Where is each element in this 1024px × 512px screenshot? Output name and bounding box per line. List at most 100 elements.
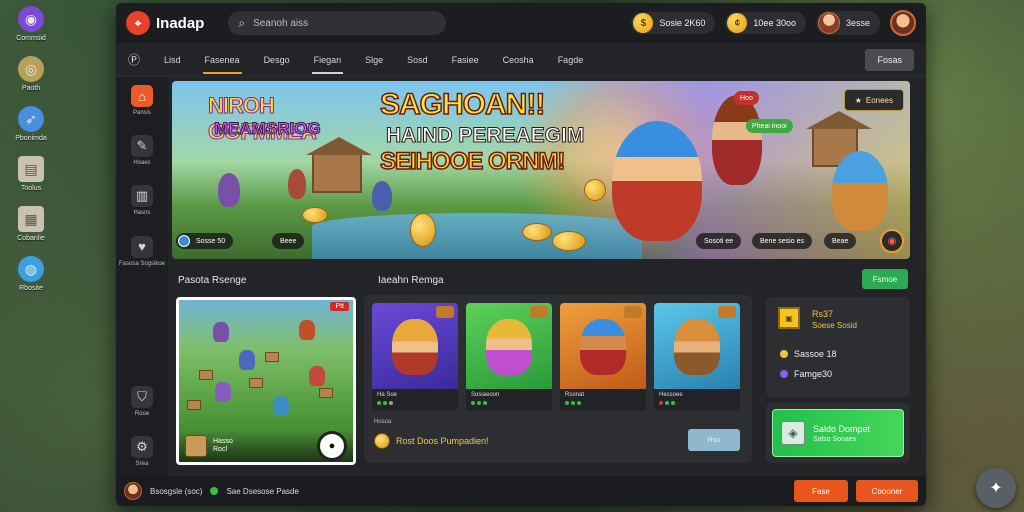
wallet-coins[interactable]: ¢ 10ee 30oo — [725, 12, 806, 34]
game-meta: Hessoee — [654, 389, 740, 411]
profile-chip[interactable]: 3esse — [815, 11, 880, 35]
sidebar-item-srea[interactable]: ⚙ Srea — [131, 435, 153, 468]
tab-fiegan[interactable]: Fiegan — [311, 49, 343, 74]
desktop-icon-toolus[interactable]: ▤ Toolus — [8, 156, 54, 192]
hero-pill[interactable]: Sosse 50 — [176, 233, 234, 249]
game-title: Sosiaeoon — [471, 392, 500, 398]
desktop-icon-rbosite[interactable]: ◍ Rbosite — [8, 256, 54, 292]
stats-row: Sassoe 18 — [780, 349, 837, 359]
promo-button[interactable]: Rso — [688, 429, 740, 451]
sidebar-item-hoaes[interactable]: ✎ Hoaes — [131, 135, 153, 167]
nav-home-icon[interactable]: Ⓟ — [128, 51, 140, 68]
sidebar-item-pansis[interactable]: ⌂ Pansis — [131, 85, 153, 117]
top-bar: ⌖ Inadap ⌕ $ Sosie 2K60 ¢ 10ee 30oo 3ess… — [116, 3, 926, 43]
sidebar-item-label: Hasns — [133, 210, 151, 217]
unit — [273, 396, 289, 416]
play-button[interactable]: ● — [317, 431, 347, 461]
wallet-balance-button[interactable]: ◈ Saldo Dompet Salso Sooaes — [772, 409, 904, 457]
tab-ceosha[interactable]: Ceosha — [503, 49, 534, 71]
tab-lisd[interactable]: Lisd — [164, 49, 181, 71]
app-name: Inadap — [156, 14, 205, 32]
tab-fagde[interactable]: Fagde — [558, 49, 584, 71]
wallet-text: Saldo Dompet Salso Sooaes — [813, 424, 870, 443]
crate — [187, 400, 201, 410]
gold-coin — [584, 179, 606, 201]
tab-fasenea[interactable]: Fasenea — [202, 49, 242, 74]
desktop-icon-label: Toolus — [20, 185, 42, 192]
promo-row[interactable]: Rost Doos Pumpadien! — [374, 433, 489, 449]
hero-pill[interactable]: Sosoti ee — [696, 233, 742, 249]
search-bar[interactable]: ⌕ — [228, 11, 447, 35]
game-logo: NIROH GOFMMEA MEAMSRIOG — [208, 93, 338, 153]
hero-main-character — [612, 121, 702, 241]
sidebar-item-rooe[interactable]: ⛉ Rooe — [131, 385, 153, 418]
user-avatar[interactable] — [890, 10, 916, 36]
hero-hut — [306, 137, 372, 193]
hero-pill[interactable]: Bene sesio es — [752, 233, 812, 249]
game-card[interactable]: Sosiaeoon — [466, 303, 552, 411]
tab-slge[interactable]: Slge — [365, 49, 383, 71]
game-card[interactable]: Rsonat — [560, 303, 646, 411]
clash-icon: ◎ — [18, 56, 44, 82]
featured-text1: Hasso — [213, 437, 233, 445]
game-card[interactable]: Ha Soe — [372, 303, 458, 411]
desktop-icon-paoth[interactable]: ◎ Paoth — [8, 56, 54, 92]
play-icon: ● — [328, 440, 336, 452]
hero-pill-label: Beee — [280, 237, 297, 245]
section-action-button[interactable]: Fsmoe — [862, 269, 908, 289]
hero-pill-label: Sosoti ee — [704, 237, 734, 245]
sidebar: ⌂ Pansis ✎ Hoaes ▥ Hasns ♥ Fasosa Sogsik… — [116, 77, 168, 482]
game-rating — [565, 401, 641, 405]
nav-action-button[interactable]: Fosas — [865, 48, 914, 71]
game-character — [486, 319, 532, 375]
wallet-title: Saldo Dompet — [813, 423, 871, 434]
sidebar-item-fasosa[interactable]: ♥ Fasosa Sogsikoe — [118, 235, 166, 268]
crate — [265, 352, 279, 362]
wallet-gold[interactable]: $ Sosie 2K60 — [631, 12, 716, 34]
sidebar-item-hasns[interactable]: ▥ Hasns — [131, 185, 153, 217]
unit — [213, 322, 229, 342]
footer-user: Bsosgsle (soc) — [150, 486, 203, 496]
hero-target-icon[interactable]: ◉ — [880, 229, 904, 253]
tab-fasiee[interactable]: Fasiee — [452, 49, 479, 71]
avatar[interactable] — [124, 482, 142, 500]
game-corner-icon — [436, 306, 454, 318]
player-icon — [178, 235, 190, 247]
gold-coin — [522, 223, 552, 241]
desktop-icon-pbonimda[interactable]: ➶ Pbonimda — [8, 106, 54, 142]
hero-character — [218, 173, 240, 207]
tab-sosd[interactable]: Sosd — [407, 49, 428, 71]
app-window: ⌖ Inadap ⌕ $ Sosie 2K60 ¢ 10ee 30oo 3ess… — [116, 3, 926, 506]
hero-pill-label: Beae — [832, 237, 849, 245]
desktop-icon-label: Pbonimda — [15, 135, 47, 142]
gold-coin — [302, 207, 328, 223]
stats-line2: Soese Sosid — [812, 321, 857, 330]
hero-line2: HAIND PEREAEGIM — [386, 123, 585, 147]
compass-icon: ➶ — [18, 106, 44, 132]
hero-river — [312, 213, 642, 259]
tab-desgo[interactable]: Desgo — [264, 49, 290, 71]
search-input[interactable] — [253, 17, 424, 29]
desktop-icon-cobanlie[interactable]: ▦ Cobanlie — [8, 206, 54, 242]
game-title: Ha Soe — [377, 392, 398, 398]
featured-text2: Rocl — [213, 446, 228, 453]
game-card[interactable]: Hessoee — [654, 303, 740, 411]
hero-banner[interactable]: NIROH GOFMMEA MEAMSRIOG SAGHOAN!! HAIND … — [172, 81, 910, 259]
stats-row-label: Famge30 — [794, 369, 833, 379]
stats-panel: ▣ Rs37 Soese Sosid Sassoe 18 Famge30 — [766, 297, 910, 397]
desktop-icons: ◉ Commsid ◎ Paoth ➶ Pbonimda ▤ Toolus ▦ … — [8, 6, 54, 292]
footer-button-2[interactable]: Coooner — [856, 480, 918, 502]
hero-pill[interactable]: Beae — [824, 233, 857, 249]
featured-text: Hasso Rocl — [213, 438, 233, 455]
app-logo[interactable]: ⌖ Inadap — [126, 11, 204, 35]
sidebar-item-label: Fasosa Sogsikoe — [118, 260, 166, 267]
footer-status: Sae Dsesose Pasde — [226, 486, 299, 496]
desktop-icon-commsid[interactable]: ◉ Commsid — [8, 6, 54, 42]
hero-action-button[interactable]: ★ Eonees — [843, 89, 904, 111]
unit — [215, 382, 231, 402]
footer-button-1[interactable]: Fase — [794, 480, 848, 502]
game-meta: Ha Soe — [372, 389, 458, 411]
hero-pill[interactable]: Beee — [272, 233, 305, 249]
assistant-button[interactable]: ✦ — [976, 468, 1016, 508]
featured-game-card[interactable]: Ptt Hasso Rocl ● — [176, 297, 356, 465]
